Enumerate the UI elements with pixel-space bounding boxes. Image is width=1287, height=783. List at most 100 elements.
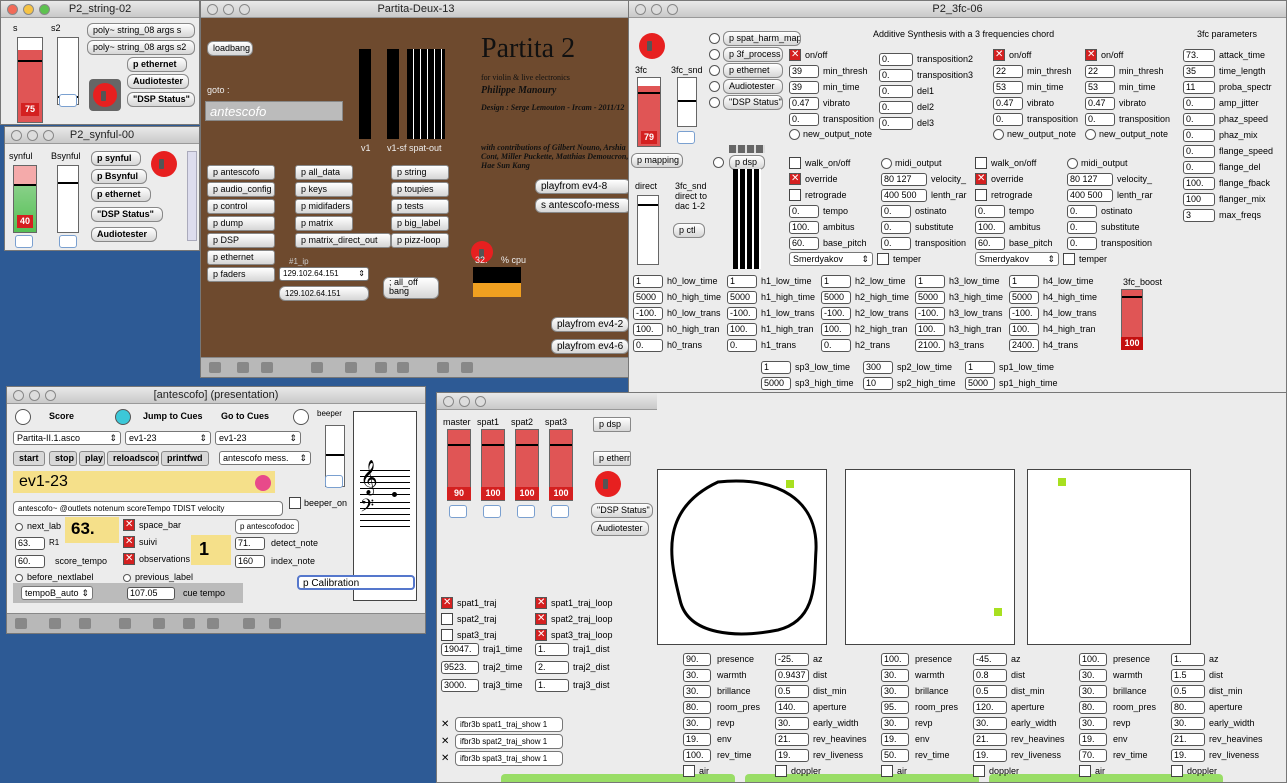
previous-radio[interactable]	[123, 574, 131, 582]
move-icon[interactable]	[261, 362, 273, 373]
close-icon[interactable]: ✕	[441, 753, 449, 764]
fc-subpatch[interactable]: "DSP Status"	[723, 95, 783, 110]
window-icon[interactable]	[397, 362, 409, 373]
partita-subpatch[interactable]: p audio_config	[207, 182, 275, 197]
traj-time[interactable]: 3000.	[441, 679, 479, 692]
tempo-mode-select[interactable]: tempoB_auto	[21, 586, 93, 600]
velocity-range[interactable]: 80 127	[881, 173, 927, 186]
close-icon[interactable]: ✕	[441, 719, 449, 730]
scale-select[interactable]: Smerdyakov	[789, 252, 873, 266]
next-label-radio[interactable]	[15, 523, 23, 531]
ip-message[interactable]: 129.102.64.151	[279, 286, 369, 301]
p-bsynful[interactable]: p Bsynful	[91, 169, 147, 184]
reverb-number[interactable]: 140.	[775, 701, 809, 714]
ezdac-speaker-icon[interactable]	[151, 151, 177, 177]
add-icon[interactable]	[237, 362, 249, 373]
traj-show-object[interactable]: ifbr3b spat2_traj_show 1	[455, 734, 563, 749]
p-dsp[interactable]: p dsp	[593, 417, 631, 432]
fc-number[interactable]: 0.	[879, 53, 913, 66]
h-number[interactable]: 0.	[821, 339, 851, 352]
traj-dist[interactable]: 1.	[535, 679, 569, 692]
reverb-number[interactable]: 30.	[683, 685, 711, 698]
reverb-number[interactable]: 30.	[881, 685, 909, 698]
h-number[interactable]: 5000	[633, 291, 663, 304]
h-number[interactable]: -100.	[727, 307, 757, 320]
param-number[interactable]: 0.	[1183, 97, 1215, 110]
fc-subpatch[interactable]: Audiotester	[723, 79, 783, 94]
p-antescofodoc[interactable]: p antescofodoc	[235, 519, 299, 534]
reverb-number[interactable]: 19.	[775, 749, 809, 762]
dsp-status[interactable]: "DSP Status"	[91, 207, 163, 222]
midi-radio[interactable]	[881, 158, 892, 169]
send-antescofo-mess[interactable]: s antescofo-mess	[535, 198, 631, 213]
h-number[interactable]: -100.	[1009, 307, 1039, 320]
reverb-number[interactable]: 30.	[683, 717, 711, 730]
reverb-number[interactable]: 100.	[1079, 653, 1107, 666]
sp-number[interactable]: 5000	[965, 377, 995, 390]
presentation-icon[interactable]	[269, 618, 281, 629]
number-63[interactable]: 63.	[15, 537, 45, 550]
msg-radio[interactable]	[709, 65, 720, 76]
partita-subpatch[interactable]: p pizz-loop	[391, 233, 449, 248]
ezdac-speaker-icon[interactable]	[595, 471, 621, 497]
reverb-number[interactable]: 1.	[1171, 653, 1205, 666]
doppler-toggle[interactable]	[775, 765, 787, 777]
ip-menu[interactable]: 129.102.64.151	[279, 267, 369, 281]
fc-number[interactable]: 53	[993, 81, 1023, 94]
h-number[interactable]: -100.	[633, 307, 663, 320]
partita-subpatch[interactable]: p all_data	[295, 165, 353, 180]
transport-button[interactable]: reloadscore	[107, 451, 159, 466]
h-number[interactable]: 1	[1009, 275, 1039, 288]
reverb-number[interactable]: 100.	[683, 749, 711, 762]
reverb-number[interactable]: 19.	[1171, 749, 1205, 762]
slider-3fc[interactable]: 79	[637, 77, 661, 147]
walk-number[interactable]: 0.	[1067, 205, 1097, 218]
partita-subpatch[interactable]: p string	[391, 165, 449, 180]
walk-number[interactable]: 0.	[881, 205, 911, 218]
window-icon[interactable]	[207, 618, 219, 629]
fc-number[interactable]: 0.	[879, 85, 913, 98]
reverb-number[interactable]: 0.5	[775, 685, 809, 698]
traffic-lights[interactable]	[13, 390, 56, 401]
h-number[interactable]: 100.	[633, 323, 663, 336]
sp-number[interactable]: 10	[863, 377, 893, 390]
reverb-number[interactable]: 80.	[1171, 701, 1205, 714]
playfrom-button[interactable]: playfrom ev4-6	[551, 339, 629, 354]
walk-number[interactable]: 0.	[975, 205, 1005, 218]
fc-number[interactable]: 0.	[879, 117, 913, 130]
length-range[interactable]: 400 500	[881, 189, 927, 202]
fc-number[interactable]: 22	[993, 65, 1023, 78]
close-icon[interactable]: ✕	[441, 736, 449, 747]
walk-number[interactable]: 100.	[975, 221, 1005, 234]
reverb-number[interactable]: 1.5	[1171, 669, 1205, 682]
slider-direct[interactable]	[637, 195, 659, 265]
param-number[interactable]: 0.	[1183, 145, 1215, 158]
sp-number[interactable]: 300	[863, 361, 893, 374]
fc-number[interactable]: 0.	[879, 101, 913, 114]
transport-button[interactable]: printfwd	[161, 451, 209, 466]
p-ctl[interactable]: p ctl	[673, 223, 705, 238]
onoff-toggle[interactable]	[1085, 49, 1097, 61]
info-icon[interactable]	[153, 618, 165, 629]
antescofo-titlebar[interactable]: [antescofo] (presentation)	[7, 387, 425, 404]
walk-number[interactable]: 100.	[789, 221, 819, 234]
h-number[interactable]: 5000	[1009, 291, 1039, 304]
partita-subpatch[interactable]: p control	[207, 199, 275, 214]
new-output-radio[interactable]	[1085, 129, 1096, 140]
traj-dist[interactable]: 2.	[535, 661, 569, 674]
traj-show-object[interactable]: ifbr3b spat1_traj_show 1	[455, 717, 563, 732]
param-number[interactable]: 73.	[1183, 49, 1215, 62]
reverb-number[interactable]: 19.	[1079, 733, 1107, 746]
info-icon[interactable]	[345, 362, 357, 373]
slider-s[interactable]: 75	[17, 37, 43, 123]
trajectory-panel-2[interactable]	[845, 469, 1015, 645]
fader-box[interactable]	[449, 505, 467, 518]
fader-box[interactable]	[483, 505, 501, 518]
scale-select[interactable]: Smerdyakov	[975, 252, 1059, 266]
traffic-lights[interactable]	[207, 4, 250, 15]
fc-number[interactable]: 0.47	[1085, 97, 1115, 110]
reverb-number[interactable]: 0.8	[973, 669, 1007, 682]
goto-radio[interactable]	[293, 409, 309, 425]
sp-number[interactable]: 5000	[761, 377, 791, 390]
h-number[interactable]: -100.	[915, 307, 945, 320]
